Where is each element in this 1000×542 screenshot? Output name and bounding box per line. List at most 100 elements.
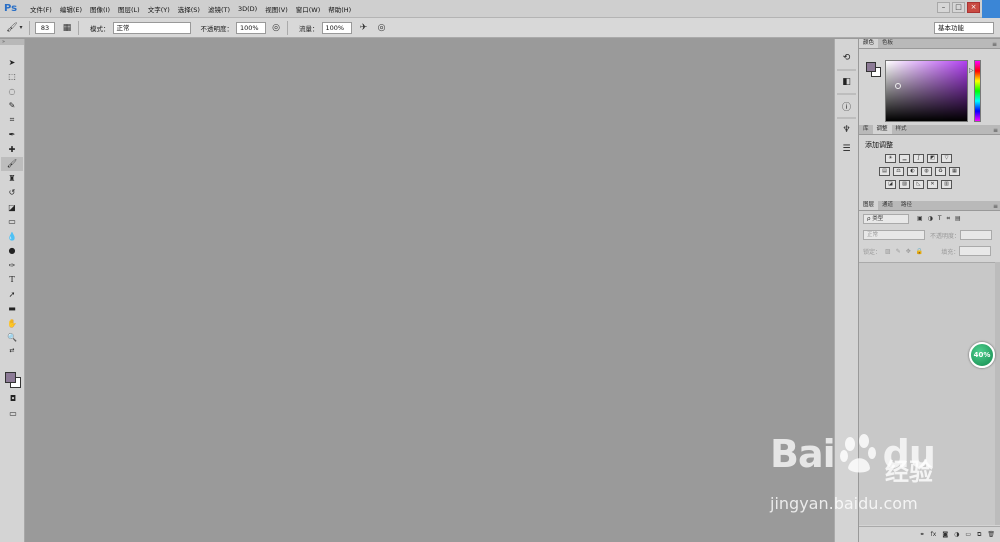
tab-libraries[interactable]: 库 [859,125,873,134]
type-filter-icon[interactable]: T [938,215,942,223]
move-tool-icon[interactable]: ➤ [1,55,23,70]
chevron-down-icon[interactable]: ▾ [18,22,24,34]
eyedropper-tool-icon[interactable]: ✒ [1,128,23,143]
curves-icon[interactable]: ∫ [913,154,924,163]
brush-tool-icon[interactable]: 🖌 [1,156,23,171]
menu-type[interactable]: 文字(Y) [144,4,174,14]
panel-menu-icon[interactable]: ≡ [992,41,1000,48]
color-balance-icon[interactable]: ⚖ [893,167,904,176]
swap-colors-icon[interactable]: ⇄ [1,345,23,355]
vibrance-icon[interactable]: ▽ [941,154,952,163]
levels-icon[interactable]: ▁ [899,154,910,163]
menu-select[interactable]: 选择(S) [174,4,204,14]
pixel-filter-icon[interactable]: ▣ [917,215,923,223]
brush-size-box[interactable]: 83 [35,21,55,34]
path-select-tool-icon[interactable]: ➚ [1,287,23,302]
pen-tool-icon[interactable]: ✑ [1,258,23,273]
canvas-area[interactable] [26,39,834,542]
exposure-icon[interactable]: ◩ [927,154,938,163]
color-panel-foreground[interactable] [866,62,876,72]
trash-icon[interactable]: 🗑 [987,531,995,538]
size-pressure-icon[interactable]: ◎ [376,22,388,34]
invert-icon[interactable]: ◪ [885,180,896,189]
adjustment-icon[interactable]: ◑ [954,531,959,538]
clone-stamp-tool-icon[interactable]: ♜ [1,171,23,186]
brightness-icon[interactable]: ☀ [885,154,896,163]
opacity-field[interactable]: 100% [236,21,266,34]
tab-adjustments[interactable]: 调整 [872,125,892,134]
channel-mixer-icon[interactable]: ♻ [935,167,946,176]
menu-file[interactable]: 文件(F) [26,4,56,14]
gradient-tool-icon[interactable]: ▭ [1,215,23,230]
crop-tool-icon[interactable]: ⌗ [1,113,23,128]
lock-pixels-icon[interactable]: ▨ [885,248,891,255]
posterize-icon[interactable]: ▨ [899,180,910,189]
eraser-tool-icon[interactable]: ◪ [1,200,23,215]
minimize-button[interactable]: – [937,2,950,13]
menu-help[interactable]: 帮助(H) [324,4,355,14]
menu-edit[interactable]: 编辑(E) [56,4,86,14]
smart-filter-icon[interactable]: ▤ [955,215,961,223]
kind-filter-select[interactable]: ρ 类型 [863,214,909,224]
marquee-tool-icon[interactable]: ⬚ [1,70,23,85]
mask-icon[interactable]: ◙ [942,531,948,538]
threshold-icon[interactable]: ◺ [913,180,924,189]
tab-styles[interactable]: 样式 [892,125,911,134]
dodge-tool-icon[interactable]: ● [1,244,23,259]
tab-layers[interactable]: 图层 [859,201,879,210]
blur-tool-icon[interactable]: 💧 [1,229,23,244]
layer-opacity-field[interactable] [960,230,993,240]
panel-menu-icon[interactable]: ≡ [993,203,1000,210]
workspace-select[interactable]: 基本功能 [934,22,994,34]
tab-color[interactable]: 颜色 [859,39,879,48]
folder-icon[interactable]: ▭ [965,531,971,538]
lasso-tool-icon[interactable]: ◌ [1,84,23,99]
shape-filter-icon[interactable]: ⌗ [947,215,950,223]
progress-badge[interactable]: 40% [969,342,995,368]
shape-tool-icon[interactable]: ▬ [1,302,23,317]
fill-field[interactable] [959,246,992,256]
link-icon[interactable]: ⚭ [920,531,925,538]
color-picker-field[interactable] [885,60,968,122]
lock-paint-icon[interactable]: ✎ [896,248,901,255]
selective-color-icon[interactable]: ✕ [927,180,938,189]
layers-scrollbar[interactable] [995,262,1000,525]
brush-settings-icon[interactable]: ☰ [838,141,856,157]
photo-filter-icon[interactable]: ◍ [921,167,932,176]
menu-view[interactable]: 视图(V) [261,4,292,14]
foreground-color-swatch[interactable] [5,372,16,383]
lock-all-icon[interactable]: 🔒 [916,248,923,255]
adjustment-filter-icon[interactable]: ◑ [928,215,933,223]
flow-field[interactable]: 100% [321,21,352,34]
new-layer-icon[interactable]: ⧉ [977,531,981,539]
tab-swatches[interactable]: 色板 [878,39,897,48]
screen-mode-icon[interactable]: ▭ [2,406,24,421]
color-lookup-icon[interactable]: ▦ [949,167,960,176]
airbrush-icon[interactable]: ✈ [358,22,370,34]
healing-brush-tool-icon[interactable]: ✚ [1,142,23,157]
maximize-button[interactable]: □ [952,2,965,13]
close-button[interactable]: × [967,2,980,13]
info-panel-icon[interactable]: ⓘ [838,98,856,114]
brush-panel-icon[interactable]: ▦ [61,22,73,34]
hue-slider[interactable] [974,60,981,122]
brush-preset-icon[interactable]: 🖌 [6,22,18,34]
history-panel-icon[interactable]: ⟲ [838,50,856,66]
gradient-map-icon[interactable]: ▥ [941,180,952,189]
lock-move-icon[interactable]: ✥ [906,248,911,255]
menu-layer[interactable]: 图层(L) [114,4,144,14]
zoom-tool-icon[interactable]: 🔍 [1,331,23,346]
hand-tool-icon[interactable]: ✋ [1,316,23,331]
type-tool-icon[interactable]: T [1,273,23,288]
history-brush-tool-icon[interactable]: ↺ [1,186,23,201]
blend-mode-select[interactable]: 正常 [863,230,925,240]
menu-filter[interactable]: 滤镜(T) [204,4,234,14]
fx-icon[interactable]: fx [931,531,937,538]
brush-presets-icon[interactable]: ♆ [838,122,856,138]
tab-paths[interactable]: 路径 [897,201,916,210]
panel-menu-icon[interactable]: ≡ [993,127,1000,134]
black-white-icon[interactable]: ◐ [907,167,918,176]
opacity-pressure-icon[interactable]: ◎ [270,22,282,34]
hue-saturation-icon[interactable]: ▤ [879,167,890,176]
quick-select-tool-icon[interactable]: ✎ [1,99,23,114]
